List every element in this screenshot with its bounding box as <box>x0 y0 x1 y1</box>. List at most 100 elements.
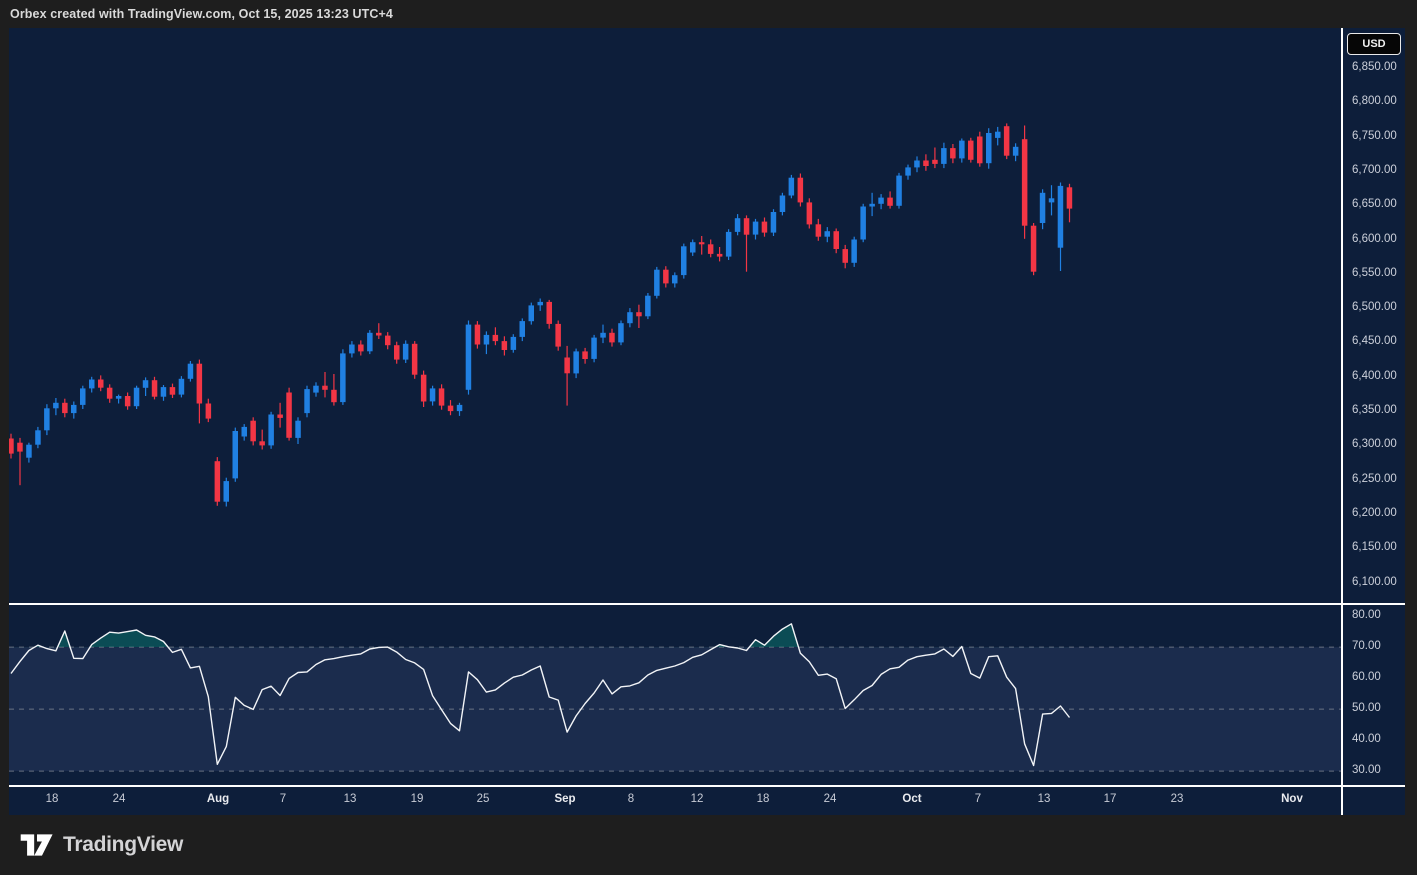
candle <box>1013 143 1019 161</box>
candle-body <box>681 246 687 275</box>
candle-body <box>654 270 660 296</box>
candle <box>143 377 149 396</box>
candle-body <box>179 379 185 395</box>
candle-body <box>358 345 364 352</box>
candle <box>98 375 104 391</box>
time-tick-label: Sep <box>543 793 587 805</box>
candle-body <box>277 415 283 418</box>
candle <box>358 340 364 355</box>
candle <box>941 143 947 168</box>
rsi-pane[interactable] <box>9 604 1341 786</box>
candle <box>878 194 884 209</box>
tradingview-logo[interactable]: TradingView <box>20 832 183 858</box>
rsi-tick-label: 50.00 <box>1352 702 1381 714</box>
candle-body <box>1004 126 1010 156</box>
candle <box>520 318 526 341</box>
candle-body <box>484 335 490 345</box>
candle-body <box>627 312 633 323</box>
attribution-bar: Orbex created with TradingView.com, Oct … <box>0 0 1417 28</box>
candle-body <box>726 232 732 257</box>
candle <box>430 386 436 406</box>
candle <box>555 321 561 351</box>
candle <box>242 424 248 441</box>
candle <box>484 331 490 354</box>
candle-body <box>286 393 292 438</box>
candle-body <box>170 387 176 395</box>
candle <box>44 404 50 435</box>
candle <box>547 300 553 329</box>
candle <box>843 245 849 268</box>
candle <box>304 386 310 418</box>
time-tick-label: 24 <box>808 793 852 805</box>
candle-body <box>9 439 14 454</box>
time-tick-label: 19 <box>395 793 439 805</box>
candle <box>26 443 32 463</box>
candle-body <box>493 335 499 341</box>
candle <box>259 430 265 450</box>
candle-body <box>636 312 642 316</box>
candle-body <box>35 430 41 444</box>
candle <box>771 209 777 236</box>
candle-body <box>887 198 893 206</box>
candle <box>340 349 346 405</box>
candle <box>816 219 822 241</box>
candle-body <box>950 148 956 158</box>
candle <box>385 332 391 349</box>
candle-body <box>995 132 1001 138</box>
candle-body <box>807 202 813 224</box>
candle-body <box>609 333 615 343</box>
candle <box>1031 223 1037 275</box>
candle-body <box>816 224 822 236</box>
price-axis[interactable]: USD 6,850.006,800.006,750.006,700.006,65… <box>1343 28 1405 786</box>
time-axis[interactable]: 1824Aug7131925Sep8121824Oct7131723Nov <box>9 786 1341 815</box>
candle-body <box>268 415 274 446</box>
candle-body <box>98 380 104 388</box>
price-pane[interactable] <box>9 28 1341 604</box>
candle <box>17 438 23 485</box>
candle <box>179 376 185 397</box>
candle-body <box>959 141 965 159</box>
candle <box>206 399 212 422</box>
candle <box>977 132 983 167</box>
time-tick-label: 13 <box>328 793 372 805</box>
candle <box>591 335 597 362</box>
candle-body <box>215 461 221 502</box>
time-tick-label: 12 <box>675 793 719 805</box>
candle-body <box>529 305 535 321</box>
candle-body <box>789 178 795 196</box>
rsi-tick-label: 60.00 <box>1352 671 1381 683</box>
time-tick-label: Nov <box>1270 793 1314 805</box>
candle <box>681 244 687 279</box>
candle <box>233 428 239 482</box>
candle-body <box>188 364 194 379</box>
candle <box>224 478 230 507</box>
candle <box>313 382 319 396</box>
price-tick-label: 6,100.00 <box>1352 576 1397 588</box>
candle-body <box>412 344 418 375</box>
candle-body <box>825 231 831 237</box>
candle-body <box>582 351 588 359</box>
price-tick-label: 6,200.00 <box>1352 507 1397 519</box>
price-tick-label: 6,750.00 <box>1352 130 1397 142</box>
candle-body <box>663 270 669 284</box>
candle-body <box>134 388 140 407</box>
candle <box>968 138 974 163</box>
candle <box>564 346 570 406</box>
candle-body <box>564 358 570 374</box>
candle-body <box>349 345 355 354</box>
candle-body <box>645 296 651 317</box>
price-tick-label: 6,450.00 <box>1352 335 1397 347</box>
candle <box>807 198 813 228</box>
currency-badge[interactable]: USD <box>1347 33 1401 55</box>
candle-body <box>206 404 212 419</box>
candle-body <box>869 204 875 207</box>
candle <box>466 321 472 395</box>
price-tick-label: 6,250.00 <box>1352 473 1397 485</box>
candle-body <box>439 388 445 405</box>
candle-body <box>1031 226 1037 272</box>
candle-body <box>89 380 95 389</box>
candle <box>950 144 956 163</box>
candle-body <box>1022 139 1028 226</box>
candle <box>905 165 911 180</box>
candle <box>376 323 382 339</box>
